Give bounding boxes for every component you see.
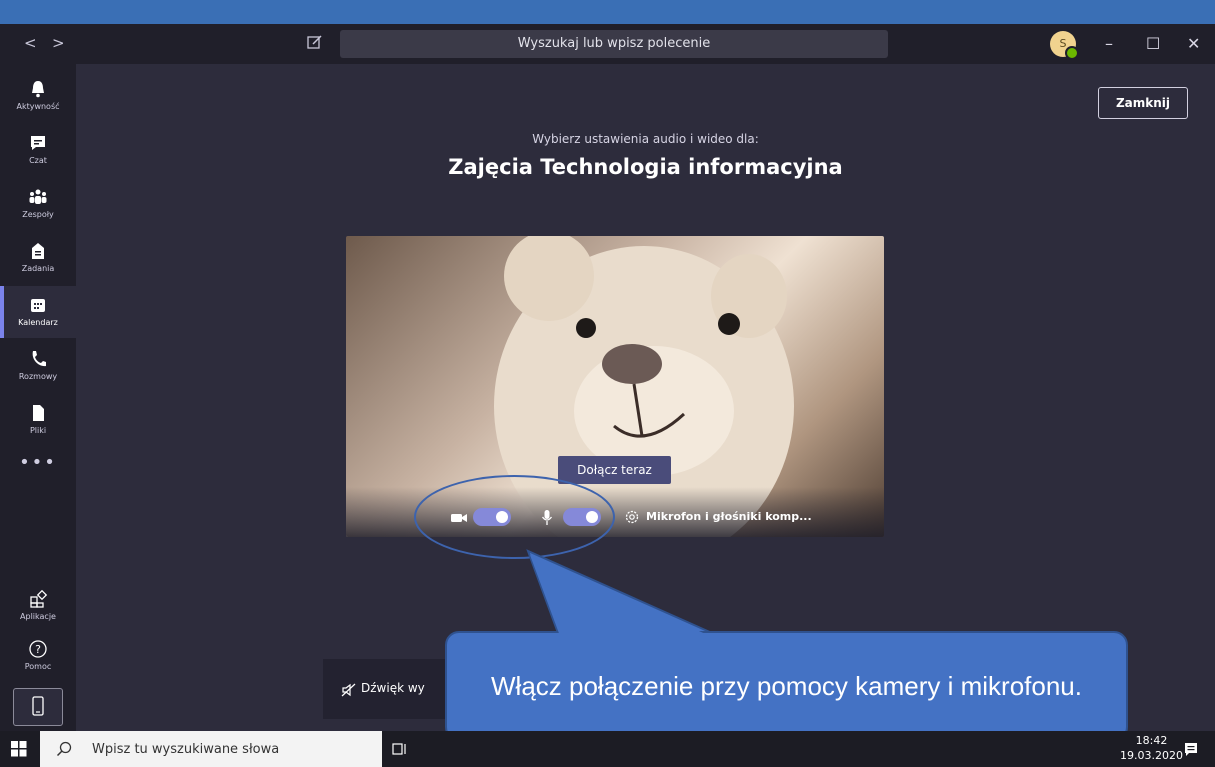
speaker-off-icon [341, 683, 356, 697]
callout-text: Włącz połączenie przy pomocy kamery i mi… [491, 670, 1082, 701]
search-input[interactable]: Wyszukaj lub wpisz polecenie [340, 30, 888, 58]
sidebar-item-calls[interactable]: Rozmowy [0, 340, 76, 392]
join-now-button[interactable]: Dołącz teraz [558, 456, 671, 484]
mobile-device-button[interactable] [13, 688, 63, 726]
phone-device-icon [32, 696, 44, 716]
taskbar-search-input[interactable]: Wpisz tu wyszukiwane słowa [40, 731, 382, 767]
windows-taskbar: Wpisz tu wyszukiwane słowa 18:42 19.03.2… [0, 731, 1215, 767]
sidebar-item-apps[interactable]: Aplikacje [0, 580, 76, 632]
sidebar-item-chat[interactable]: Czat [0, 124, 76, 176]
sidebar-item-calendar[interactable]: Kalendarz [0, 286, 76, 338]
maximize-button[interactable]: ☐ [1146, 34, 1160, 53]
sidebar-item-teams[interactable]: Zespoły [0, 178, 76, 230]
sidebar-item-label: Zadania [21, 264, 55, 273]
sidebar-item-help[interactable]: ? Pomoc [0, 630, 76, 682]
avatar[interactable]: S [1050, 31, 1079, 60]
svg-text:?: ? [35, 643, 41, 656]
minimize-button[interactable]: – [1105, 34, 1113, 53]
notifications-icon[interactable] [1183, 741, 1199, 757]
close-window-button[interactable]: ✕ [1187, 34, 1200, 53]
sidebar-item-label: Kalendarz [18, 318, 58, 327]
apps-icon [30, 589, 48, 608]
taskbar-search-placeholder: Wpisz tu wyszukiwane słowa [92, 742, 280, 757]
chat-icon [31, 136, 45, 150]
clock-time: 18:42 [1135, 734, 1168, 747]
presence-available-icon [1065, 46, 1079, 60]
sidebar-item-label: Pliki [29, 426, 47, 435]
teams-icon [29, 189, 47, 204]
background-window-strip [0, 0, 1215, 24]
sidebar-item-files[interactable]: Pliki [0, 394, 76, 446]
sidebar-item-label: Zespoły [22, 210, 54, 219]
sidebar-item-label: Pomoc [24, 662, 52, 671]
settings-subtitle: Wybierz ustawienia audio i wideo dla: [532, 132, 759, 146]
sidebar-item-label: Czat [29, 156, 47, 165]
highlight-ellipse [414, 475, 615, 559]
system-clock[interactable]: 18:42 19.03.2020 [1120, 733, 1183, 763]
sound-off-label: Dźwięk wy [361, 681, 425, 695]
sidebar-item-label: Aktywność [16, 102, 60, 111]
assignments-icon [32, 243, 44, 259]
files-icon [33, 405, 44, 421]
bell-icon [32, 81, 44, 98]
search-icon [56, 741, 72, 757]
sidebar-item-label: Rozmowy [18, 372, 58, 381]
gear-icon[interactable] [624, 509, 640, 525]
forward-button[interactable]: > [52, 34, 65, 52]
help-icon: ? [29, 640, 47, 658]
camera-preview [346, 236, 884, 537]
sidebar-item-label: Aplikacje [20, 612, 56, 621]
device-settings-link[interactable]: Mikrofon i głośniki komp... [646, 510, 812, 523]
windows-start-icon[interactable] [11, 741, 27, 757]
more-apps-button[interactable]: ••• [0, 452, 76, 473]
compose-icon[interactable] [305, 32, 325, 52]
app-sidebar: Aktywność Czat Zespoły Zadania Kalendarz… [0, 64, 76, 731]
phone-icon [32, 351, 46, 367]
sidebar-item-activity[interactable]: Aktywność [0, 70, 76, 122]
meeting-title: Zajęcia Technologia informacyjna [448, 155, 843, 179]
back-button[interactable]: < [24, 34, 37, 52]
sidebar-item-assignments[interactable]: Zadania [0, 232, 76, 284]
calendar-icon [31, 299, 45, 312]
task-view-icon[interactable] [392, 741, 408, 757]
close-button[interactable]: Zamknij [1098, 87, 1188, 119]
title-bar: < > Wyszukaj lub wpisz polecenie S – ☐ ✕ [0, 24, 1215, 64]
clock-date: 19.03.2020 [1120, 749, 1183, 762]
